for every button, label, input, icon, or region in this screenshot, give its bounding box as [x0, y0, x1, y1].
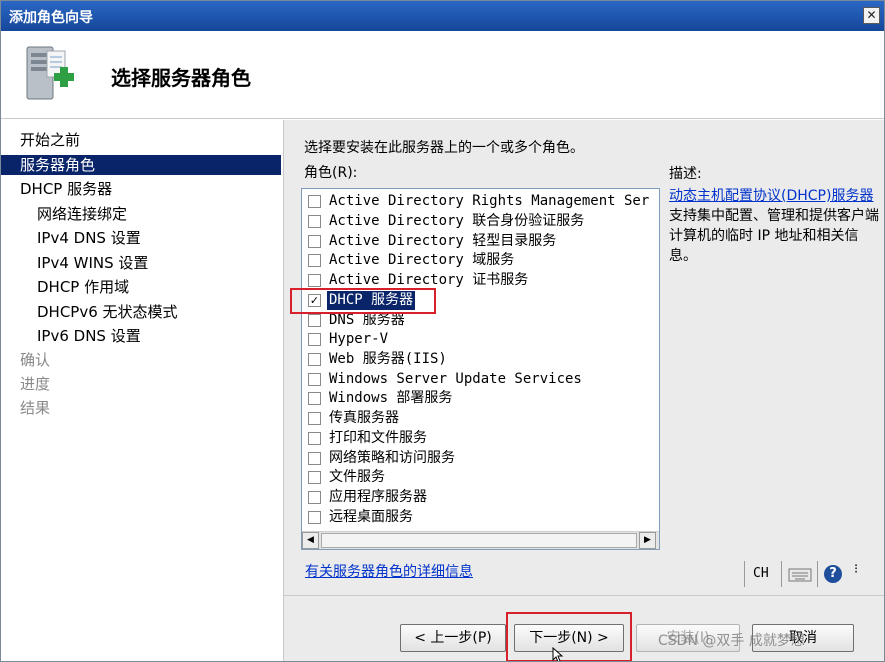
role-item[interactable]: Active Directory 轻型目录服务 [306, 232, 658, 251]
role-item[interactable]: 远程桌面服务 [306, 508, 658, 527]
role-item[interactable]: Windows Server Update Services [306, 370, 658, 389]
nav-step-ipv6-dns[interactable]: IPv6 DNS 设置 [1, 326, 281, 346]
role-label[interactable]: Active Directory 域服务 [327, 251, 516, 270]
page-title: 选择服务器角色 [111, 66, 251, 90]
role-item[interactable]: 打印和文件服务 [306, 429, 658, 448]
role-item[interactable]: Windows 部署服务 [306, 389, 658, 408]
keyboard-icon[interactable] [788, 565, 812, 583]
role-label[interactable]: Active Directory 轻型目录服务 [327, 232, 558, 251]
scroll-right-icon[interactable]: ▶ [639, 532, 656, 549]
watermark-text: CSDN @双手 成就梦想 [658, 633, 805, 649]
close-button[interactable]: ✕ [863, 7, 880, 24]
role-label[interactable]: Active Directory 联合身份验证服务 [327, 212, 586, 231]
scrollbar-thumb[interactable] [321, 533, 637, 548]
role-label[interactable]: Active Directory Rights Management Ser [327, 192, 651, 211]
more-info-link[interactable]: 有关服务器角色的详细信息 [305, 561, 473, 581]
horizontal-scrollbar[interactable]: ◀ ▶ [302, 531, 659, 549]
role-checkbox[interactable] [308, 215, 321, 228]
role-checkbox[interactable] [308, 195, 321, 208]
nav-step-results: 结果 [20, 399, 51, 417]
role-checkbox[interactable] [308, 274, 321, 287]
wizard-steps-nav: 开始之前 服务器角色 DHCP 服务器 网络连接绑定 IPv4 DNS 设置 I… [1, 120, 283, 661]
role-label[interactable]: Windows Server Update Services [327, 370, 584, 389]
role-checkbox[interactable] [308, 235, 321, 248]
previous-button[interactable]: < 上一步(P) [400, 624, 506, 652]
role-checkbox[interactable] [308, 452, 321, 465]
role-item[interactable]: Hyper-V [306, 330, 658, 349]
role-checkbox[interactable] [308, 254, 321, 267]
role-label[interactable]: 网络策略和访问服务 [327, 449, 457, 468]
role-item[interactable]: Active Directory 域服务 [306, 251, 658, 270]
role-checkbox[interactable] [308, 353, 321, 366]
nav-step-before-you-begin[interactable]: 开始之前 [1, 130, 281, 150]
server-add-icon [26, 46, 74, 100]
instruction-text: 选择要安装在此服务器上的一个或多个角色。 [304, 140, 584, 156]
role-label[interactable]: 文件服务 [327, 468, 387, 487]
role-item[interactable]: Active Directory Rights Management Ser [306, 192, 658, 211]
window-title: 添加角色向导 [9, 10, 93, 26]
role-item[interactable]: Active Directory 联合身份验证服务 [306, 212, 658, 231]
description-text: 动态主机配置协议(DHCP)服务器支持集中配置、管理和提供客户端计算机的临时 I… [669, 186, 881, 266]
role-checkbox[interactable] [308, 412, 321, 425]
wizard-header: 选择服务器角色 [1, 31, 884, 119]
role-item[interactable]: 传真服务器 [306, 409, 658, 428]
help-icon[interactable]: ? [824, 565, 842, 583]
tray-separator [817, 561, 818, 587]
role-label[interactable]: 应用程序服务器 [327, 488, 429, 507]
role-item[interactable]: 应用程序服务器 [306, 488, 658, 507]
description-body: 支持集中配置、管理和提供客户端计算机的临时 IP 地址和相关信息。 [669, 208, 879, 264]
roles-listbox[interactable]: Active Directory Rights Management Ser A… [301, 188, 660, 550]
role-label[interactable]: Hyper-V [327, 330, 390, 349]
tray-separator [744, 561, 745, 587]
roles-panel: 选择要安装在此服务器上的一个或多个角色。 角色(R): Active Direc… [283, 120, 884, 595]
role-checkbox[interactable] [308, 392, 321, 405]
role-item[interactable]: Web 服务器(IIS) [306, 350, 658, 369]
mouse-cursor-icon [552, 647, 564, 661]
nav-step-dhcpv6-stateless[interactable]: DHCPv6 无状态模式 [1, 302, 281, 322]
role-checkbox[interactable] [308, 471, 321, 484]
role-item[interactable]: 网络策略和访问服务 [306, 449, 658, 468]
roles-label: 角色(R): [304, 165, 358, 181]
tray-options-icon[interactable]: ⁝ [854, 563, 858, 576]
role-checkbox[interactable] [308, 373, 321, 386]
nav-step-confirmation: 确认 [20, 351, 51, 369]
highlight-box-next [506, 612, 632, 661]
role-checkbox[interactable] [308, 314, 321, 327]
title-bar[interactable]: 添加角色向导 ✕ [1, 1, 884, 31]
nav-step-ipv4-dns[interactable]: IPv4 DNS 设置 [1, 228, 281, 248]
role-label[interactable]: 打印和文件服务 [327, 429, 429, 448]
role-label[interactable]: Windows 部署服务 [327, 389, 454, 408]
role-checkbox[interactable] [308, 333, 321, 346]
nav-step-network-binding[interactable]: 网络连接绑定 [1, 204, 281, 224]
role-label[interactable]: 传真服务器 [327, 409, 401, 428]
nav-step-progress: 进度 [20, 375, 51, 393]
role-checkbox[interactable] [308, 432, 321, 445]
nav-step-ipv4-wins[interactable]: IPv4 WINS 设置 [1, 253, 281, 273]
nav-step-dhcp-scopes[interactable]: DHCP 作用域 [1, 277, 281, 297]
nav-step-dhcp-server[interactable]: DHCP 服务器 [1, 179, 281, 199]
tray-separator [781, 561, 782, 587]
role-checkbox[interactable] [308, 491, 321, 504]
role-label[interactable]: Web 服务器(IIS) [327, 350, 449, 369]
scroll-left-icon[interactable]: ◀ [302, 532, 319, 549]
role-label[interactable]: 远程桌面服务 [327, 508, 415, 527]
role-checkbox[interactable] [308, 511, 321, 524]
language-indicator[interactable]: CH [753, 566, 769, 581]
dhcp-description-link[interactable]: 动态主机配置协议(DHCP)服务器 [669, 188, 873, 204]
wizard-footer: < 上一步(P) 下一步(N) > 安装(I) 取消 CSDN @双手 成就梦想 [283, 595, 884, 661]
role-item[interactable]: 文件服务 [306, 468, 658, 487]
nav-step-server-roles[interactable]: 服务器角色 [1, 155, 281, 175]
add-roles-wizard-window: 添加角色向导 ✕ 选择服务器角色 开始之前 服务器角色 DHCP 服务器 网络连… [0, 0, 885, 662]
highlight-box-dhcp [290, 288, 436, 314]
description-label: 描述: [669, 166, 702, 182]
